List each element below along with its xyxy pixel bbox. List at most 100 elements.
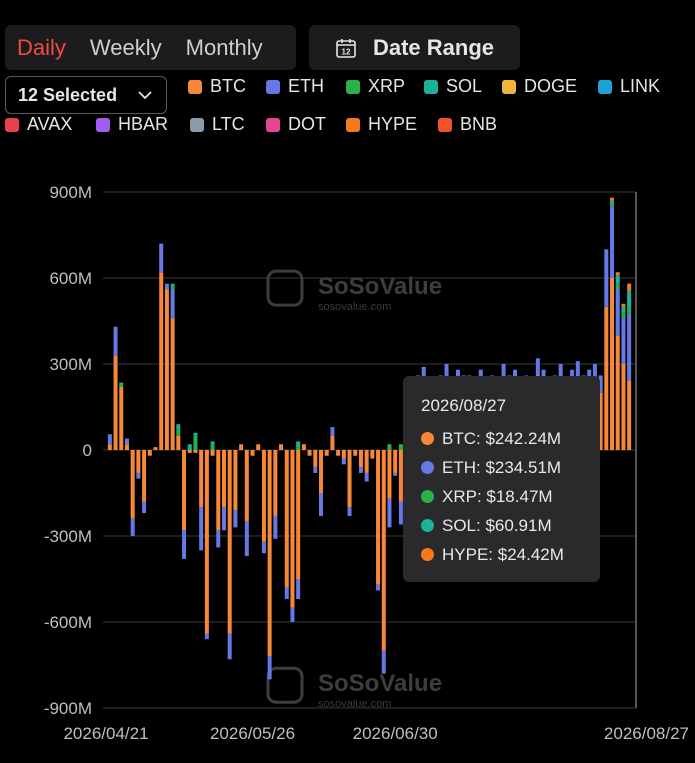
legend-label: LINK (620, 76, 661, 96)
legend-item-avax[interactable]: AVAX (5, 114, 72, 135)
legend-item-ltc[interactable]: LTC (190, 114, 245, 135)
x-tick-label: 2026/04/21 (63, 724, 148, 743)
bar-segment (159, 272, 164, 450)
bar-segment (621, 312, 626, 319)
bar-segment (164, 289, 169, 450)
bar-segment (313, 450, 318, 468)
bar-segment (227, 450, 232, 634)
calendar-icon: 12 (336, 38, 356, 58)
bar-segment (627, 283, 632, 291)
bar-segment (347, 507, 352, 516)
legend-item-bnb[interactable]: BNB (438, 114, 497, 135)
tooltip-label: SOL: $60.91M (442, 515, 552, 535)
bar-segment (119, 386, 124, 450)
bar-segment (113, 326, 118, 356)
tooltip-row: BTC: $242.24M (421, 424, 600, 453)
bar-segment (210, 441, 215, 445)
tab-monthly[interactable]: Monthly (174, 35, 275, 61)
legend-swatch (438, 117, 452, 132)
tab-weekly[interactable]: Weekly (78, 35, 174, 61)
legend-item-sol[interactable]: SOL (424, 76, 482, 97)
legend-item-btc[interactable]: BTC (188, 76, 246, 97)
bar-segment (216, 530, 221, 548)
legend-swatch (346, 117, 360, 132)
bar-segment (393, 472, 398, 476)
bar-segment (182, 530, 187, 559)
bar-segment (136, 472, 141, 479)
bar-segment (610, 278, 615, 450)
watermark-bottom-logo-icon (266, 666, 304, 704)
legend-item-hype[interactable]: HYPE (346, 114, 417, 135)
date-range-button[interactable]: 12 Date Range (309, 25, 520, 70)
bar-segment (193, 450, 198, 453)
legend-item-doge[interactable]: DOGE (502, 76, 577, 97)
bar-segment (615, 289, 620, 336)
legend-item-hbar[interactable]: HBAR (96, 114, 168, 135)
bar-segment (187, 450, 192, 453)
bar-segment (130, 518, 135, 536)
legend-swatch (598, 79, 612, 94)
tooltip: 2026/08/27 BTC: $242.24M ETH: $234.51M XRP… (403, 376, 600, 582)
tooltip-label: ETH: $234.51M (442, 457, 562, 477)
bar-segment (273, 515, 278, 539)
bar-segment (193, 435, 198, 450)
asset-select[interactable]: 12 Selected (5, 76, 167, 114)
date-range-label: Date Range (372, 34, 495, 60)
bar-segment (627, 380, 632, 450)
bar-segment (124, 444, 129, 450)
y-tick-label: 600M (49, 269, 92, 288)
tooltip-row: XRP: $18.47M (421, 482, 600, 511)
legend-item-link[interactable]: LINK (598, 76, 660, 97)
bar-segment (318, 450, 323, 493)
bar-segment (187, 444, 192, 450)
bar-segment (364, 472, 369, 482)
legend-item-xrp[interactable]: XRP (346, 76, 405, 97)
bar-segment (330, 435, 335, 450)
bar-segment (130, 450, 135, 519)
legend-label: SOL (446, 76, 483, 96)
bar-segment (204, 450, 209, 634)
bar-segment (627, 290, 632, 309)
bar-segment (113, 355, 118, 450)
bar-segment (164, 283, 169, 290)
tooltip-dot (421, 490, 434, 503)
bar-segment (296, 450, 301, 579)
tooltip-dot (421, 461, 434, 474)
legend-label: ETH (288, 76, 324, 96)
bar-segment (244, 521, 249, 557)
legend-swatch (96, 117, 110, 132)
bar-segment (604, 306, 609, 450)
bar-segment (119, 382, 124, 385)
bar-segment (376, 450, 381, 585)
bar-segment (147, 450, 152, 456)
bar-segment (239, 444, 244, 450)
legend-label: BNB (460, 114, 498, 134)
bar-segment (256, 444, 261, 450)
legend-label: LTC (212, 114, 245, 134)
x-tick-label: 2026/08/27 (604, 724, 689, 743)
bar-segment (267, 450, 272, 657)
bar-segment (621, 318, 626, 364)
tab-daily[interactable]: Daily (5, 35, 78, 61)
legend-swatch (266, 79, 280, 94)
legend-item-dot[interactable]: DOT (266, 114, 326, 135)
bar-segment (267, 656, 272, 680)
bar-segment (227, 633, 232, 660)
legend-label: AVAX (27, 114, 73, 134)
y-tick-label: 300M (49, 355, 92, 374)
legend-label: BTC (210, 76, 246, 96)
legend-item-eth[interactable]: ETH (266, 76, 324, 97)
bar-segment (358, 450, 363, 468)
bar-segment (210, 444, 215, 450)
bar-segment (159, 243, 164, 273)
bar-segment (370, 450, 375, 459)
bar-segment (170, 283, 175, 287)
bar-segment (330, 427, 335, 436)
bar-segment (107, 444, 112, 450)
bar-segment (233, 450, 238, 511)
bar-segment (324, 450, 329, 456)
bar-segment (124, 438, 129, 445)
bar-segment (610, 203, 615, 207)
y-tick-label: -300M (44, 527, 92, 546)
bar-segment (535, 358, 540, 376)
